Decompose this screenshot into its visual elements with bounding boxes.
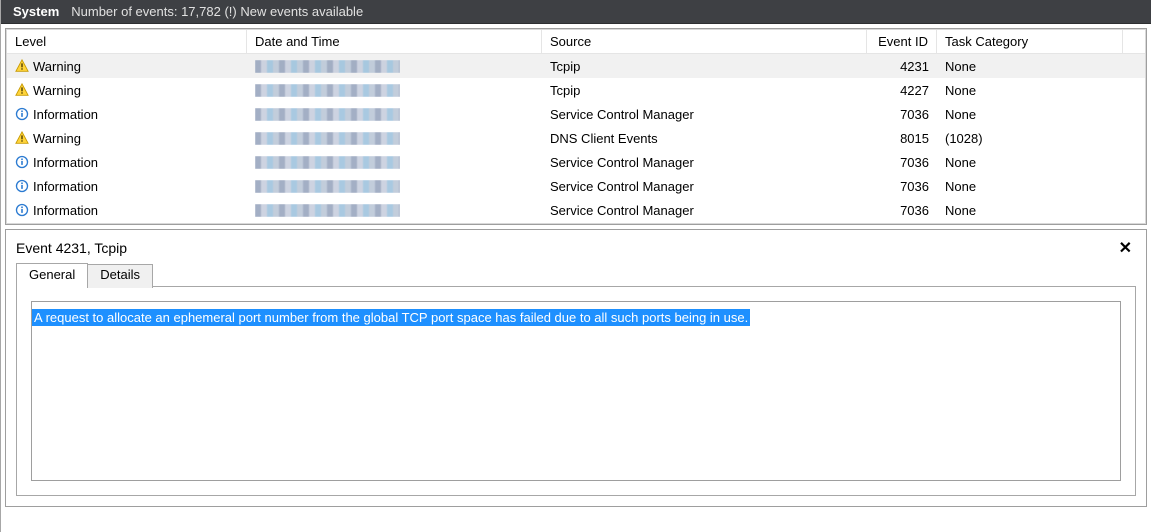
datetime-redacted (255, 60, 400, 73)
cell-level: Information (7, 201, 247, 220)
warning-icon (15, 131, 29, 145)
close-icon[interactable]: ✕ (1115, 238, 1136, 258)
cell-taskcat: None (937, 201, 1123, 220)
cell-taskcat: None (937, 81, 1123, 100)
cell-taskcat: None (937, 57, 1123, 76)
datetime-redacted (255, 108, 400, 121)
cell-source: Service Control Manager (542, 201, 867, 220)
table-row[interactable]: Warning Tcpip4231None (7, 54, 1145, 78)
cell-taskcat: None (937, 105, 1123, 124)
cell-eventid: 7036 (867, 201, 937, 220)
level-text: Warning (33, 59, 81, 74)
cell-level: Warning (7, 129, 247, 148)
cell-source: Service Control Manager (542, 153, 867, 172)
tab-general-page: A request to allocate an ephemeral port … (16, 286, 1136, 496)
table-row[interactable]: Information Service Control Manager7036No… (7, 174, 1145, 198)
cell-source: Tcpip (542, 81, 867, 100)
cell-eventid: 7036 (867, 105, 937, 124)
column-header-source[interactable]: Source (542, 30, 867, 53)
event-detail-pane: Event 4231, Tcpip ✕ General Details A re… (5, 229, 1147, 507)
level-text: Warning (33, 131, 81, 146)
cell-datetime (247, 202, 542, 219)
cell-eventid: 4227 (867, 81, 937, 100)
cell-datetime (247, 82, 542, 99)
cell-level: Warning (7, 57, 247, 76)
level-text: Warning (33, 83, 81, 98)
datetime-redacted (255, 204, 400, 217)
cell-source: Service Control Manager (542, 177, 867, 196)
column-header-level[interactable]: Level (7, 30, 247, 53)
datetime-redacted (255, 84, 400, 97)
column-header-eventid[interactable]: Event ID (867, 30, 937, 53)
cell-datetime (247, 178, 542, 195)
level-text: Information (33, 203, 98, 218)
cell-source: Tcpip (542, 57, 867, 76)
warning-icon (15, 59, 29, 73)
event-grid: Level Date and Time Source Event ID Task… (5, 28, 1147, 225)
cell-eventid: 7036 (867, 177, 937, 196)
table-row[interactable]: Information Service Control Manager7036No… (7, 150, 1145, 174)
column-header-taskcat[interactable]: Task Category (937, 30, 1123, 53)
event-count-label: Number of events: 17,782 (!) New events … (71, 4, 363, 19)
grid-filler (7, 222, 1145, 223)
datetime-redacted (255, 180, 400, 193)
information-icon (15, 179, 29, 193)
cell-datetime (247, 106, 542, 123)
tab-details[interactable]: Details (87, 264, 153, 288)
cell-source: Service Control Manager (542, 105, 867, 124)
column-header-datetime[interactable]: Date and Time (247, 30, 542, 53)
table-row[interactable]: Information Service Control Manager7036No… (7, 102, 1145, 126)
table-row[interactable]: Warning DNS Client Events8015(1028) (7, 126, 1145, 150)
datetime-redacted (255, 156, 400, 169)
detail-title: Event 4231, Tcpip (16, 240, 127, 256)
level-text: Information (33, 107, 98, 122)
column-headers: Level Date and Time Source Event ID Task… (7, 30, 1145, 54)
table-row[interactable]: Warning Tcpip4227None (7, 78, 1145, 102)
cell-taskcat: None (937, 177, 1123, 196)
cell-datetime (247, 130, 542, 147)
detail-tabs: General Details (16, 262, 1136, 286)
cell-source: DNS Client Events (542, 129, 867, 148)
information-icon (15, 203, 29, 217)
table-row[interactable]: Information Service Control Manager7036No… (7, 198, 1145, 222)
warning-icon (15, 83, 29, 97)
information-icon (15, 107, 29, 121)
cell-eventid: 4231 (867, 57, 937, 76)
cell-taskcat: None (937, 153, 1123, 172)
cell-eventid: 7036 (867, 153, 937, 172)
event-message-box[interactable]: A request to allocate an ephemeral port … (31, 301, 1121, 481)
event-message-text: A request to allocate an ephemeral port … (32, 309, 750, 326)
tab-general[interactable]: General (16, 263, 88, 287)
cell-eventid: 8015 (867, 129, 937, 148)
log-header-bar: System Number of events: 17,782 (!) New … (1, 0, 1151, 24)
cell-level: Information (7, 153, 247, 172)
cell-level: Information (7, 105, 247, 124)
cell-datetime (247, 154, 542, 171)
log-name: System (13, 4, 59, 19)
cell-level: Warning (7, 81, 247, 100)
cell-datetime (247, 58, 542, 75)
level-text: Information (33, 179, 98, 194)
datetime-redacted (255, 132, 400, 145)
information-icon (15, 155, 29, 169)
event-grid-body[interactable]: WarningTcpip4231NoneWarningTcpip4227None… (7, 54, 1145, 223)
cell-level: Information (7, 177, 247, 196)
level-text: Information (33, 155, 98, 170)
cell-taskcat: (1028) (937, 129, 1123, 148)
